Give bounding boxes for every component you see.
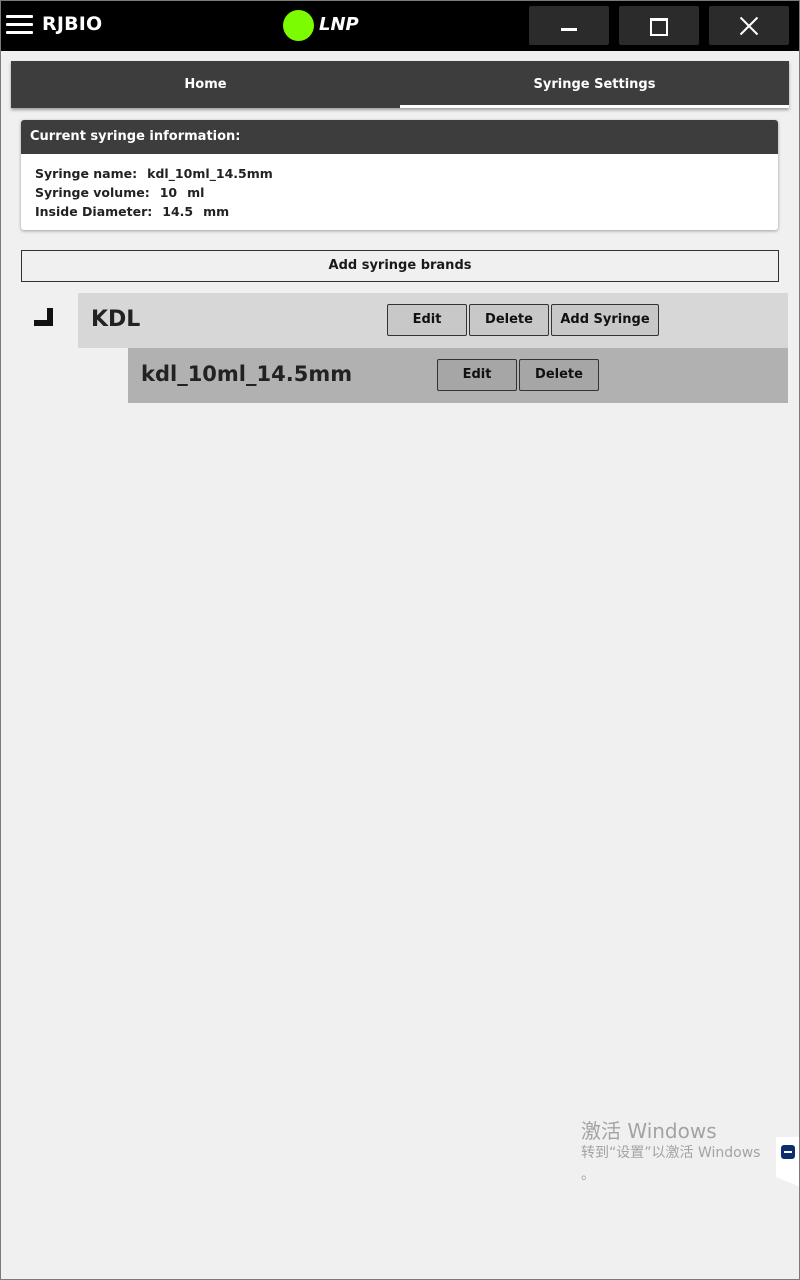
status-indicator-icon	[283, 10, 314, 41]
activation-watermark-subtitle: 转到“设置”以激活 Windows	[581, 1145, 761, 1161]
delete-brand-button[interactable]: Delete	[469, 304, 549, 336]
syringe-name-label: Syringe name:	[35, 166, 138, 181]
teamviewer-icon	[781, 1145, 795, 1159]
edit-syringe-button[interactable]: Edit	[437, 359, 517, 391]
brand-name: KDL	[91, 307, 141, 332]
inside-diameter-row: Inside Diameter: 14.5 mm	[35, 202, 778, 221]
maximize-icon	[650, 18, 668, 36]
inside-diameter-value: 14.5	[162, 204, 194, 219]
tab-syringe-settings[interactable]: Syringe Settings	[400, 61, 789, 108]
edit-brand-button[interactable]: Edit	[387, 304, 467, 336]
collapse-icon[interactable]	[34, 308, 54, 328]
inside-diameter-unit: mm	[203, 204, 230, 219]
maximize-button[interactable]	[619, 6, 699, 45]
hamburger-menu-icon[interactable]	[6, 14, 34, 36]
syringe-volume-unit: ml	[187, 185, 205, 200]
inside-diameter-label: Inside Diameter:	[35, 204, 153, 219]
title-bar: RJBIO LNP	[0, 0, 800, 51]
syringe-volume-row: Syringe volume: 10 ml	[35, 183, 778, 202]
activation-watermark-trail: 。	[581, 1167, 595, 1183]
syringe-item-name: kdl_10ml_14.5mm	[141, 362, 353, 386]
tab-bar: Home Syringe Settings	[11, 61, 789, 108]
add-syringe-button[interactable]: Add Syringe	[551, 304, 659, 336]
minimize-icon	[561, 28, 577, 31]
app-brand: RJBIO	[42, 13, 103, 35]
close-icon	[739, 16, 759, 36]
delete-syringe-button[interactable]: Delete	[519, 359, 599, 391]
card-body: Syringe name: kdl_10ml_14.5mm Syringe vol…	[21, 154, 778, 221]
syringe-volume-label: Syringe volume:	[35, 185, 150, 200]
syringe-name-value: kdl_10ml_14.5mm	[147, 166, 273, 181]
minimize-button[interactable]	[529, 6, 609, 45]
activation-watermark-title: 激活 Windows	[581, 1119, 717, 1143]
syringe-volume-value: 10	[159, 185, 178, 200]
tab-home[interactable]: Home	[11, 61, 400, 108]
status-label: LNP	[319, 14, 359, 35]
close-button[interactable]	[709, 6, 789, 45]
current-syringe-card: Current syringe information: Syringe nam…	[21, 120, 778, 230]
add-syringe-brands-button[interactable]: Add syringe brands	[21, 250, 779, 282]
card-title: Current syringe information:	[21, 120, 778, 154]
syringe-name-row: Syringe name: kdl_10ml_14.5mm	[35, 164, 778, 183]
syringe-row: kdl_10ml_14.5mm Edit Delete	[128, 348, 788, 403]
brand-row-kdl: KDL Edit Delete Add Syringe	[78, 293, 788, 348]
